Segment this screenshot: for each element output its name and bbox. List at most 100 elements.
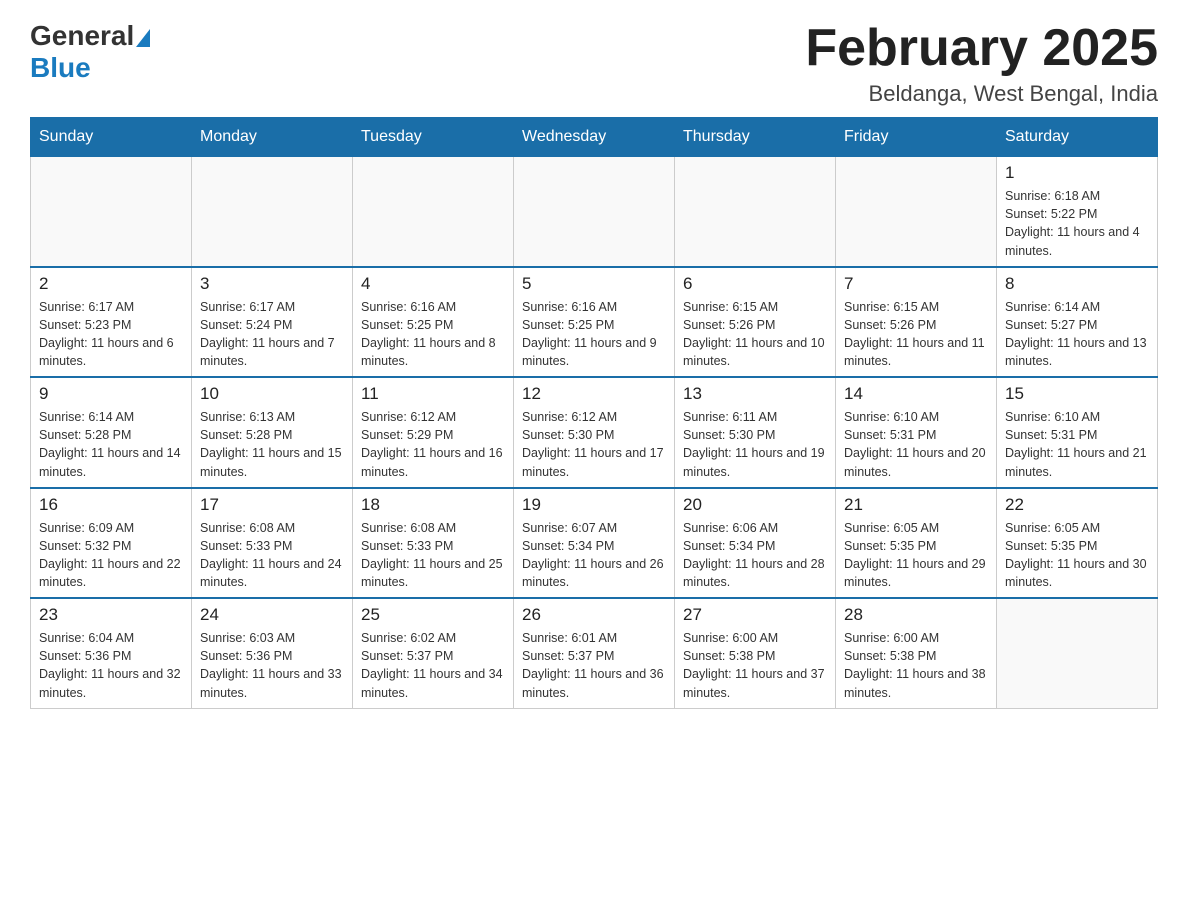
day-info: Sunrise: 6:03 AMSunset: 5:36 PMDaylight:…: [200, 629, 344, 702]
day-number: 4: [361, 274, 505, 294]
day-info: Sunrise: 6:07 AMSunset: 5:34 PMDaylight:…: [522, 519, 666, 592]
day-number: 12: [522, 384, 666, 404]
day-number: 21: [844, 495, 988, 515]
day-info: Sunrise: 6:12 AMSunset: 5:29 PMDaylight:…: [361, 408, 505, 481]
table-row: [836, 157, 997, 267]
header-saturday: Saturday: [997, 118, 1158, 157]
table-row: 3 Sunrise: 6:17 AMSunset: 5:24 PMDaylight…: [192, 267, 353, 378]
table-row: 18 Sunrise: 6:08 AMSunset: 5:33 PMDayligh…: [353, 488, 514, 599]
table-row: 2 Sunrise: 6:17 AMSunset: 5:23 PMDaylight…: [31, 267, 192, 378]
table-row: [192, 157, 353, 267]
day-info: Sunrise: 6:16 AMSunset: 5:25 PMDaylight:…: [361, 298, 505, 371]
header-thursday: Thursday: [675, 118, 836, 157]
calendar-title: February 2025: [805, 20, 1158, 77]
day-number: 19: [522, 495, 666, 515]
table-row: 10Sunrise: 6:13 AMSunset: 5:28 PMDayligh…: [192, 377, 353, 488]
table-row: [675, 157, 836, 267]
table-row: 11 Sunrise: 6:12 AMSunset: 5:29 PMDayligh…: [353, 377, 514, 488]
calendar-week-row: 2 Sunrise: 6:17 AMSunset: 5:23 PMDaylight…: [31, 267, 1158, 378]
day-number: 13: [683, 384, 827, 404]
table-row: 23 Sunrise: 6:04 AMSunset: 5:36 PMDayligh…: [31, 598, 192, 708]
day-number: 14: [844, 384, 988, 404]
calendar-week-row: 23 Sunrise: 6:04 AMSunset: 5:36 PMDayligh…: [31, 598, 1158, 708]
day-info: Sunrise: 6:10 AMSunset: 5:31 PMDaylight:…: [844, 408, 988, 481]
table-row: 6 Sunrise: 6:15 AMSunset: 5:26 PMDaylight…: [675, 267, 836, 378]
table-row: 16 Sunrise: 6:09 AMSunset: 5:32 PMDayligh…: [31, 488, 192, 599]
day-number: 27: [683, 605, 827, 625]
table-row: 25Sunrise: 6:02 AMSunset: 5:37 PMDayligh…: [353, 598, 514, 708]
day-info: Sunrise: 6:05 AMSunset: 5:35 PMDaylight:…: [1005, 519, 1149, 592]
table-row: 13 Sunrise: 6:11 AMSunset: 5:30 PMDayligh…: [675, 377, 836, 488]
day-number: 16: [39, 495, 183, 515]
table-row: 7 Sunrise: 6:15 AMSunset: 5:26 PMDaylight…: [836, 267, 997, 378]
day-number: 24: [200, 605, 344, 625]
day-info: Sunrise: 6:18 AMSunset: 5:22 PMDaylight:…: [1005, 187, 1149, 260]
logo-triangle-icon: [136, 29, 150, 47]
table-row: 8Sunrise: 6:14 AMSunset: 5:27 PMDaylight…: [997, 267, 1158, 378]
title-section: February 2025 Beldanga, West Bengal, Ind…: [805, 20, 1158, 107]
day-info: Sunrise: 6:14 AMSunset: 5:28 PMDaylight:…: [39, 408, 183, 481]
table-row: [997, 598, 1158, 708]
day-info: Sunrise: 6:08 AMSunset: 5:33 PMDaylight:…: [200, 519, 344, 592]
table-row: [31, 157, 192, 267]
day-info: Sunrise: 6:14 AMSunset: 5:27 PMDaylight:…: [1005, 298, 1149, 371]
calendar-week-row: 1Sunrise: 6:18 AMSunset: 5:22 PMDaylight…: [31, 157, 1158, 267]
day-info: Sunrise: 6:15 AMSunset: 5:26 PMDaylight:…: [683, 298, 827, 371]
day-info: Sunrise: 6:16 AMSunset: 5:25 PMDaylight:…: [522, 298, 666, 371]
table-row: 22Sunrise: 6:05 AMSunset: 5:35 PMDayligh…: [997, 488, 1158, 599]
day-info: Sunrise: 6:00 AMSunset: 5:38 PMDaylight:…: [683, 629, 827, 702]
table-row: [353, 157, 514, 267]
day-number: 11: [361, 384, 505, 404]
day-info: Sunrise: 6:02 AMSunset: 5:37 PMDaylight:…: [361, 629, 505, 702]
table-row: 17 Sunrise: 6:08 AMSunset: 5:33 PMDayligh…: [192, 488, 353, 599]
table-row: 14 Sunrise: 6:10 AMSunset: 5:31 PMDayligh…: [836, 377, 997, 488]
header-monday: Monday: [192, 118, 353, 157]
day-number: 9: [39, 384, 183, 404]
day-number: 20: [683, 495, 827, 515]
calendar-table: Sunday Monday Tuesday Wednesday Thursday…: [30, 117, 1158, 709]
day-number: 17: [200, 495, 344, 515]
table-row: 24 Sunrise: 6:03 AMSunset: 5:36 PMDayligh…: [192, 598, 353, 708]
day-number: 6: [683, 274, 827, 294]
table-row: 20 Sunrise: 6:06 AMSunset: 5:34 PMDayligh…: [675, 488, 836, 599]
header-wednesday: Wednesday: [514, 118, 675, 157]
day-number: 18: [361, 495, 505, 515]
day-info: Sunrise: 6:15 AMSunset: 5:26 PMDaylight:…: [844, 298, 988, 371]
day-info: Sunrise: 6:11 AMSunset: 5:30 PMDaylight:…: [683, 408, 827, 481]
table-row: 28Sunrise: 6:00 AMSunset: 5:38 PMDayligh…: [836, 598, 997, 708]
table-row: 21 Sunrise: 6:05 AMSunset: 5:35 PMDayligh…: [836, 488, 997, 599]
day-number: 15: [1005, 384, 1149, 404]
calendar-header-row: Sunday Monday Tuesday Wednesday Thursday…: [31, 118, 1158, 157]
table-row: 15Sunrise: 6:10 AMSunset: 5:31 PMDayligh…: [997, 377, 1158, 488]
header-tuesday: Tuesday: [353, 118, 514, 157]
day-info: Sunrise: 6:09 AMSunset: 5:32 PMDaylight:…: [39, 519, 183, 592]
day-number: 5: [522, 274, 666, 294]
logo-blue-text: Blue: [30, 52, 91, 83]
day-info: Sunrise: 6:17 AMSunset: 5:24 PMDaylight:…: [200, 298, 344, 371]
table-row: 12 Sunrise: 6:12 AMSunset: 5:30 PMDayligh…: [514, 377, 675, 488]
logo: General Blue: [30, 20, 152, 84]
calendar-week-row: 9 Sunrise: 6:14 AMSunset: 5:28 PMDaylight…: [31, 377, 1158, 488]
day-number: 7: [844, 274, 988, 294]
day-info: Sunrise: 6:04 AMSunset: 5:36 PMDaylight:…: [39, 629, 183, 702]
day-number: 2: [39, 274, 183, 294]
day-info: Sunrise: 6:08 AMSunset: 5:33 PMDaylight:…: [361, 519, 505, 592]
day-number: 23: [39, 605, 183, 625]
day-info: Sunrise: 6:01 AMSunset: 5:37 PMDaylight:…: [522, 629, 666, 702]
day-number: 3: [200, 274, 344, 294]
calendar-subtitle: Beldanga, West Bengal, India: [805, 81, 1158, 107]
day-info: Sunrise: 6:17 AMSunset: 5:23 PMDaylight:…: [39, 298, 183, 371]
table-row: 5 Sunrise: 6:16 AMSunset: 5:25 PMDaylight…: [514, 267, 675, 378]
table-row: 27 Sunrise: 6:00 AMSunset: 5:38 PMDayligh…: [675, 598, 836, 708]
day-info: Sunrise: 6:06 AMSunset: 5:34 PMDaylight:…: [683, 519, 827, 592]
day-info: Sunrise: 6:12 AMSunset: 5:30 PMDaylight:…: [522, 408, 666, 481]
table-row: 1Sunrise: 6:18 AMSunset: 5:22 PMDaylight…: [997, 157, 1158, 267]
table-row: 4 Sunrise: 6:16 AMSunset: 5:25 PMDaylight…: [353, 267, 514, 378]
header-friday: Friday: [836, 118, 997, 157]
logo-general-text: General: [30, 20, 134, 52]
day-info: Sunrise: 6:00 AMSunset: 5:38 PMDaylight:…: [844, 629, 988, 702]
day-number: 26: [522, 605, 666, 625]
table-row: [514, 157, 675, 267]
day-info: Sunrise: 6:05 AMSunset: 5:35 PMDaylight:…: [844, 519, 988, 592]
table-row: 9 Sunrise: 6:14 AMSunset: 5:28 PMDaylight…: [31, 377, 192, 488]
